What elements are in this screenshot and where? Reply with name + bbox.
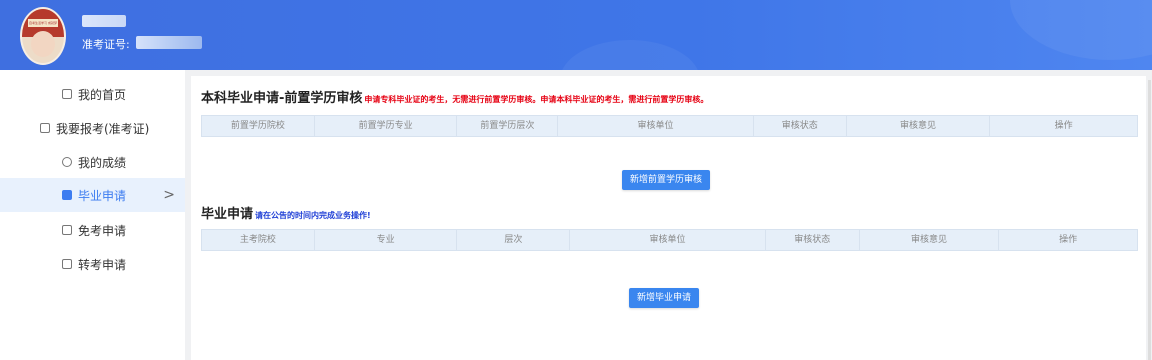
- avatar-banner: 自考生活学习 成就梦想: [28, 19, 58, 33]
- column-header: 审核意见: [860, 230, 1000, 250]
- add-prior-education-button[interactable]: 新增前置学历审核: [622, 170, 711, 190]
- section-note: 请在公告的时间内完成业务操作!: [255, 211, 371, 220]
- column-header: 专业: [315, 230, 458, 250]
- sidebar: 我的首页 我要报考(准考证) 我的成绩 毕业申请 > 免考申请 转考申请: [0, 70, 185, 360]
- avatar[interactable]: 自考生活学习 成就梦想: [20, 7, 66, 65]
- column-header: 审核单位: [570, 230, 766, 250]
- sidebar-item-label: 我的首页: [78, 87, 127, 102]
- column-header: 主考院校: [202, 230, 315, 250]
- ticket-number-label: 准考证号:: [82, 38, 130, 51]
- ticket-number-redacted: [136, 36, 202, 49]
- table-header-prior-education: 前置学历院校 前置学历专业 前置学历层次 审核单位 审核状态 审核意见 操作: [201, 115, 1138, 137]
- sidebar-item-label: 我要报考(准考证): [56, 121, 150, 136]
- scrollbar[interactable]: [1148, 80, 1151, 360]
- card-icon: [40, 123, 50, 133]
- column-header: 审核意见: [847, 116, 991, 136]
- chevron-right-icon: >: [163, 187, 175, 203]
- main-content: 本科毕业申请-前置学历审核 申请专科毕业证的考生，无需进行前置学历审核。申请本科毕…: [191, 76, 1146, 360]
- sidebar-item-label: 毕业申请: [78, 188, 127, 203]
- transfer-icon: [62, 259, 72, 269]
- sidebar-item-label: 我的成绩: [78, 155, 127, 170]
- column-header: 审核单位: [558, 116, 754, 136]
- home-icon: [62, 89, 72, 99]
- column-header: 层次: [457, 230, 571, 250]
- grad-icon: [62, 190, 72, 200]
- top-header: 自考生活学习 成就梦想 准考证号:: [0, 0, 1152, 70]
- exempt-icon: [62, 225, 72, 235]
- column-header: 审核状态: [754, 116, 847, 136]
- section-note: 申请专科毕业证的考生，无需进行前置学历审核。申请本科毕业证的考生，需进行前置学历…: [364, 95, 709, 104]
- sidebar-item-graduation[interactable]: 毕业申请 >: [0, 178, 185, 212]
- column-header: 操作: [1054, 121, 1073, 131]
- avatar-face: [31, 31, 55, 57]
- sidebar-item-registration[interactable]: 我要报考(准考证): [0, 111, 185, 145]
- sidebar-item-scores[interactable]: 我的成绩: [0, 145, 185, 179]
- column-header: 前置学历层次: [457, 116, 559, 136]
- column-header: 前置学历院校: [202, 116, 315, 136]
- section-title-text: 毕业申请: [201, 207, 254, 222]
- header-decoration: [560, 40, 700, 70]
- section-title-prior-education: 本科毕业申请-前置学历审核 申请专科毕业证的考生，无需进行前置学历审核。申请本科毕…: [201, 87, 708, 106]
- column-header: 审核状态: [766, 230, 860, 250]
- add-graduation-button[interactable]: 新增毕业申请: [629, 288, 700, 308]
- column-header: 前置学历专业: [315, 116, 458, 136]
- table-header-graduation: 主考院校 专业 层次 审核单位 审核状态 审核意见 操作: [201, 229, 1138, 251]
- sidebar-item-exemption[interactable]: 免考申请: [0, 213, 185, 247]
- sidebar-item-home[interactable]: 我的首页: [0, 77, 185, 111]
- username-redacted: [82, 15, 126, 27]
- sidebar-item-transfer[interactable]: 转考申请: [0, 247, 185, 281]
- sidebar-item-label: 免考申请: [78, 223, 127, 238]
- header-decoration: [1010, 0, 1152, 60]
- user-icon: [62, 157, 72, 167]
- section-title-graduation: 毕业申请 请在公告的时间内完成业务操作!: [201, 203, 371, 222]
- sidebar-item-label: 转考申请: [78, 257, 127, 272]
- section-title-text: 本科毕业申请-前置学历审核: [201, 91, 363, 106]
- column-header: 操作: [1059, 235, 1078, 245]
